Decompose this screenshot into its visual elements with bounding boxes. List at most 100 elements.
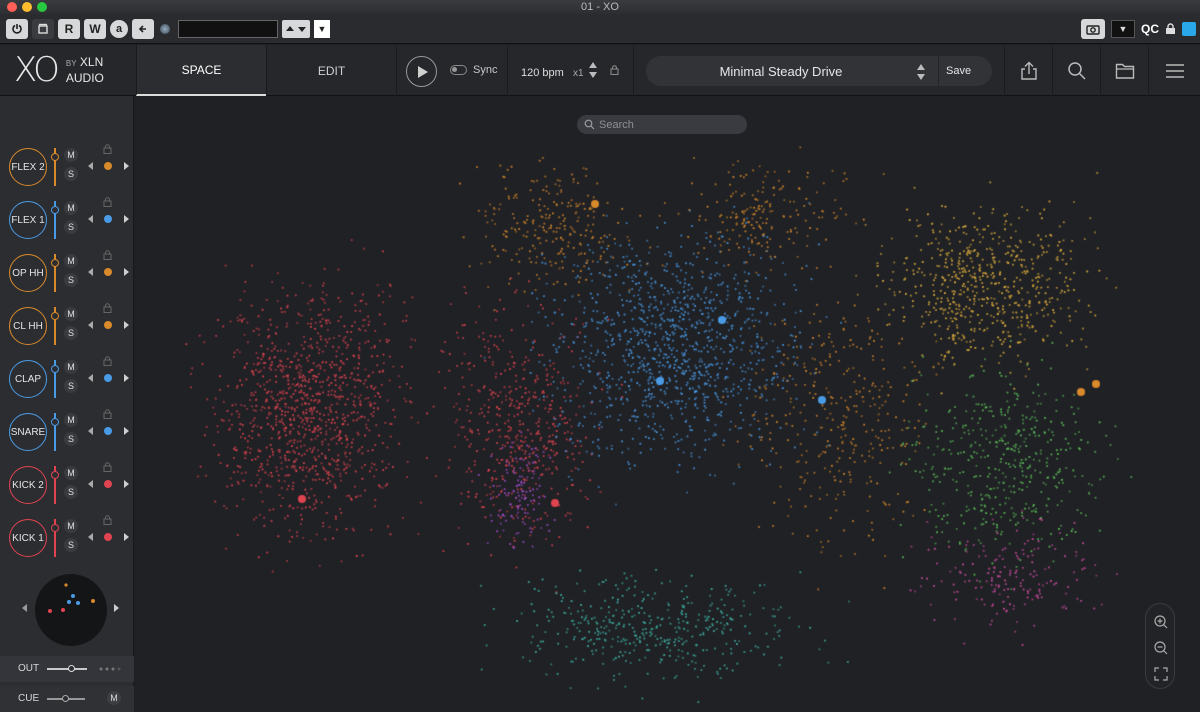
lane-lock-icon[interactable] <box>103 197 112 207</box>
export-button[interactable] <box>1004 45 1052 96</box>
lane-next-sample-arrow[interactable] <box>124 321 129 329</box>
lane-next-sample-arrow[interactable] <box>124 427 129 435</box>
lane-next-sample-arrow[interactable] <box>124 268 129 276</box>
mute-button[interactable]: M <box>64 148 78 162</box>
lane-pad[interactable]: OP HH <box>9 254 47 292</box>
lane-pad[interactable]: FLEX 2 <box>9 148 47 186</box>
zoom-out-icon[interactable] <box>1153 640 1169 656</box>
lane-volume-fader[interactable] <box>51 360 59 398</box>
host-preset-dropdown[interactable]: ▼ <box>314 19 330 38</box>
mute-button[interactable]: M <box>64 307 78 321</box>
lane-pad[interactable]: KICK 1 <box>9 519 47 557</box>
camera-button[interactable] <box>1081 19 1105 39</box>
lane-lock-icon[interactable] <box>103 409 112 419</box>
mute-button[interactable]: M <box>64 360 78 374</box>
solo-button[interactable]: S <box>64 220 78 234</box>
space-minimap[interactable] <box>35 574 107 646</box>
sync-toggle[interactable]: Sync <box>450 64 497 76</box>
lane-next-sample-arrow[interactable] <box>124 480 129 488</box>
lane-pad[interactable]: CL HH <box>9 307 47 345</box>
lane-next-sample-arrow[interactable] <box>124 162 129 170</box>
read-automation-button[interactable]: R <box>58 18 80 39</box>
back-button[interactable] <box>132 18 154 39</box>
lock-icon[interactable] <box>1165 23 1176 35</box>
lane-next-sample-arrow[interactable] <box>124 533 129 541</box>
lane-volume-fader[interactable] <box>51 466 59 504</box>
preset-stepper-icon[interactable] <box>916 62 926 82</box>
cue-volume-knob[interactable] <box>62 695 69 702</box>
lane-volume-fader[interactable] <box>51 254 59 292</box>
preset-selector[interactable]: Minimal Steady Drive Save <box>646 56 992 86</box>
host-preset-field[interactable] <box>178 19 278 38</box>
bypass-button[interactable] <box>32 18 54 39</box>
out-volume-knob[interactable] <box>68 665 75 672</box>
sync-switch[interactable] <box>450 65 467 75</box>
lane-lock-icon[interactable] <box>103 303 112 313</box>
sample-space-scatter[interactable] <box>135 96 1200 712</box>
search-button[interactable] <box>1052 45 1100 96</box>
lane-prev-sample-arrow[interactable] <box>88 268 93 276</box>
host-preset-arrows[interactable] <box>282 19 310 38</box>
close-window-button[interactable] <box>7 2 17 12</box>
lane-prev-sample-arrow[interactable] <box>88 480 93 488</box>
lane-volume-fader[interactable] <box>51 201 59 239</box>
preset-name[interactable]: Minimal Steady Drive <box>646 64 916 79</box>
lane-prev-sample-arrow[interactable] <box>88 215 93 223</box>
lane-pad[interactable]: KICK 2 <box>9 466 47 504</box>
lane-next-sample-arrow[interactable] <box>124 374 129 382</box>
mute-button[interactable]: M <box>64 519 78 533</box>
compare-button[interactable]: a <box>110 19 128 38</box>
zoom-in-icon[interactable] <box>1153 614 1169 630</box>
menu-button[interactable] <box>1148 45 1200 96</box>
space-view[interactable] <box>135 96 1200 712</box>
solo-button[interactable]: S <box>64 273 78 287</box>
solo-button[interactable]: S <box>64 485 78 499</box>
lane-volume-fader[interactable] <box>51 148 59 186</box>
lane-lock-icon[interactable] <box>103 356 112 366</box>
minimap-prev-arrow[interactable] <box>22 604 27 612</box>
power-button[interactable] <box>6 18 28 39</box>
maximize-window-button[interactable] <box>37 2 47 12</box>
lane-lock-icon[interactable] <box>103 515 112 525</box>
mute-button[interactable]: M <box>64 201 78 215</box>
mute-button[interactable]: M <box>64 413 78 427</box>
cue-mute-button[interactable]: M <box>107 691 121 705</box>
fit-view-icon[interactable] <box>1153 666 1169 682</box>
tempo-stepper[interactable] <box>588 60 598 85</box>
solo-button[interactable]: S <box>64 432 78 446</box>
out-volume-slider[interactable] <box>47 668 87 670</box>
lane-prev-sample-arrow[interactable] <box>88 533 93 541</box>
mute-button[interactable]: M <box>64 254 78 268</box>
solo-button[interactable]: S <box>64 167 78 181</box>
lane-volume-fader[interactable] <box>51 307 59 345</box>
tempo-multiplier[interactable]: x1 <box>573 68 584 79</box>
lane-lock-icon[interactable] <box>103 462 112 472</box>
lane-pad[interactable]: SNARE <box>9 413 47 451</box>
tab-space[interactable]: SPACE <box>136 45 266 96</box>
solo-button[interactable]: S <box>64 326 78 340</box>
tempo-lock-icon[interactable] <box>610 65 619 75</box>
save-button[interactable]: Save <box>946 65 971 77</box>
tempo-value[interactable]: 120 bpm <box>521 67 564 79</box>
space-search-input[interactable] <box>599 118 739 131</box>
minimap-next-arrow[interactable] <box>114 604 119 612</box>
lane-pad[interactable]: FLEX 1 <box>9 201 47 239</box>
browser-button[interactable] <box>1100 45 1148 96</box>
lane-lock-icon[interactable] <box>103 144 112 154</box>
write-automation-button[interactable]: W <box>84 18 106 39</box>
lane-next-sample-arrow[interactable] <box>124 215 129 223</box>
space-search[interactable] <box>577 115 747 134</box>
lane-prev-sample-arrow[interactable] <box>88 374 93 382</box>
camera-dropdown[interactable]: ▼ <box>1111 20 1135 38</box>
solo-button[interactable]: S <box>64 538 78 552</box>
play-button[interactable] <box>406 56 437 87</box>
quick-controls-button[interactable]: QC <box>1141 22 1159 36</box>
lane-prev-sample-arrow[interactable] <box>88 162 93 170</box>
lane-lock-icon[interactable] <box>103 250 112 260</box>
lane-volume-fader[interactable] <box>51 519 59 557</box>
window-color-button[interactable] <box>1182 22 1196 36</box>
minimize-window-button[interactable] <box>22 2 32 12</box>
solo-button[interactable]: S <box>64 379 78 393</box>
lane-pad[interactable]: CLAP <box>9 360 47 398</box>
lane-volume-fader[interactable] <box>51 413 59 451</box>
